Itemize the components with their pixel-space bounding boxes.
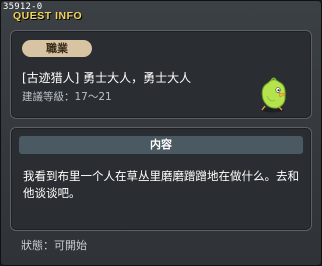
quest-name: [古迹猎人] 勇士大人，勇士大人 [22, 71, 192, 85]
job-tag: 職業 [22, 40, 92, 57]
quest-info-window: 35912-0 QUEST INFO 職業 [古迹猎人] 勇士大人，勇士大人 建… [0, 0, 322, 266]
recommended-level: 建議等級：17～21 [22, 91, 112, 103]
green-chick-mascot-icon [261, 77, 287, 113]
window-title: QUEST INFO [13, 10, 83, 22]
job-panel: 職業 [古迹猎人] 勇士大人，勇士大人 建議等級：17～21 [10, 30, 312, 119]
content-panel: 内容 我看到布里一个人在草丛里磨磨蹭蹭地在做什么。去和他谈谈吧。 [10, 127, 312, 231]
quest-description: 我看到布里一个人在草丛里磨磨蹭蹭地在做什么。去和他谈谈吧。 [23, 169, 299, 200]
content-header: 内容 [19, 136, 303, 154]
quest-status: 狀態：可開始 [21, 239, 87, 252]
